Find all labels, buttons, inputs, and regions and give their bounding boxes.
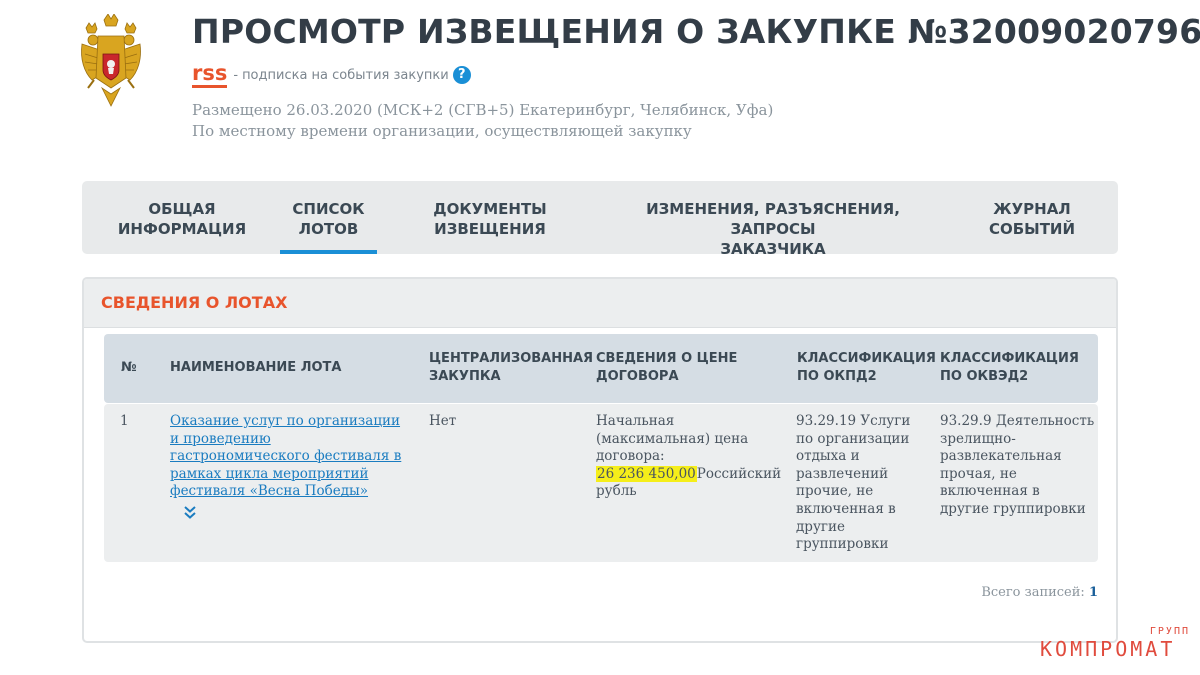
column-header-line: ПО ОКВЭД2 [940,369,1029,384]
rss-link[interactable]: rss [192,62,228,88]
price-text-line: Начальная [596,413,675,429]
tab-notice-documents[interactable]: ДОКУМЕНТЫ ИЗВЕЩЕНИЯ [422,181,558,254]
price-text-line: договора: [596,448,665,465]
column-header-line: ЦЕНТРАЛИЗОВАННАЯ [429,351,594,366]
lot-name-line[interactable]: фестиваля «Весна Победы» [170,483,401,501]
price-text-line: (максимальная) цена [596,430,749,447]
okved2-line: включенная в [940,483,1040,500]
tab-label: ИНФОРМАЦИЯ [117,220,247,238]
lot-name-line[interactable]: гастрономического фестиваля в [170,448,401,466]
okved2-line: 93.29.9 Деятельность [940,413,1095,429]
tab-label: ОБЩАЯ [148,200,216,218]
table-row: 1 Оказание услуг по организации и провед… [104,404,1098,562]
okved2-line: развлекательная [940,448,1062,465]
okved2-line: прочая, не [940,465,1017,482]
posted-date: Размещено 26.03.2020 (МСК+2 (СГВ+5) Екат… [192,101,774,119]
price-value: 26 236 450,00 [596,465,697,482]
lot-name-line[interactable]: рамках цикла мероприятий [170,466,401,484]
table-header: № НАИМЕНОВАНИЕ ЛОТА ЦЕНТРАЛИЗОВАННАЯ ЗАК… [104,334,1098,403]
total-records: Всего записей: 1 [981,585,1098,600]
page-title: ПРОСМОТР ИЗВЕЩЕНИЯ О ЗАКУПКЕ №3200902079… [192,12,1200,51]
okpd2-line: отдыха и [796,448,860,465]
watermark-logo: ГРУПП КОМПРОМАТ [1040,626,1192,668]
tab-label: СОБЫТИЙ [988,220,1076,238]
okved2-value: 93.29.9 Деятельность зрелищно- развлекат… [940,413,1094,519]
okpd2-value: 93.29.19 Услуги по организации отдыха и … [796,413,910,554]
okpd2-line: прочие, не [796,483,874,500]
column-header-okpd2: КЛАССИФИКАЦИЯ ПО ОКПД2 [797,350,936,386]
lots-panel: СВЕДЕНИЯ О ЛОТАХ № НАИМЕНОВАНИЕ ЛОТА ЦЕН… [82,277,1118,643]
price-amount-line: 26 236 450,00Российский [596,465,786,484]
column-header-line: СВЕДЕНИЯ О ЦЕНЕ [596,351,738,366]
column-header-price: СВЕДЕНИЯ О ЦЕНЕ ДОГОВОРА [596,350,737,386]
okpd2-line: по организации [796,430,910,447]
lot-name-line[interactable]: и проведению [170,431,401,449]
chevron-double-down-icon[interactable] [182,504,198,520]
okpd2-line: 93.29.19 Услуги [796,413,911,429]
lot-name-line[interactable]: Оказание услуг по организации [170,413,401,431]
column-header-line: КЛАССИФИКАЦИЯ [797,351,936,366]
column-header-lot-name: НАИМЕНОВАНИЕ ЛОТА [170,360,342,375]
rss-separator: - [233,67,239,83]
price-currency-line: рубль [596,483,637,500]
watermark-small-text: ГРУПП [1149,626,1190,637]
column-header-line: КЛАССИФИКАЦИЯ [940,351,1079,366]
tab-lots-list[interactable]: СПИСОК ЛОТОВ [280,181,377,254]
total-records-label: Всего записей: [981,585,1085,600]
tab-label: ЗАКАЗЧИКА [720,240,826,258]
tab-general-info[interactable]: ОБЩАЯ ИНФОРМАЦИЯ [112,181,252,254]
tab-label: СПИСОК [292,200,365,218]
posted-timezone-note: По местному времени организации, осущест… [192,122,692,140]
tab-label: ЖУРНАЛ [993,200,1071,218]
centralized-value: Нет [429,413,457,429]
column-header-centralized: ЦЕНТРАЛИЗОВАННАЯ ЗАКУПКА [429,350,593,386]
okpd2-line: развлечений [796,465,889,482]
section-title: СВЕДЕНИЯ О ЛОТАХ [101,293,288,312]
column-header-line: ПО ОКПД2 [797,369,877,384]
price-info: Начальная (максимальная) цена договора: … [596,413,786,501]
tab-label: ИЗМЕНЕНИЯ, РАЗЪЯСНЕНИЯ, ЗАПРОСЫ [646,200,900,238]
help-icon[interactable]: ? [452,66,471,84]
rss-subscription: rss - подписка на события закупки ? [192,62,471,88]
posted-info: Размещено 26.03.2020 (МСК+2 (СГВ+5) Екат… [192,100,773,142]
column-header-number: № [121,360,137,375]
column-header-line: ЗАКУПКА [429,369,501,384]
okved2-line: зрелищно- [940,430,1016,447]
rss-subscribe-text: подписка на события закупки [242,67,449,83]
price-currency: Российский [696,465,782,482]
okpd2-line: включенная в [796,500,896,517]
coat-of-arms-icon [81,14,141,107]
tab-event-log[interactable]: ЖУРНАЛ СОБЫТИЙ [980,181,1084,254]
tab-label: ЛОТОВ [298,220,359,238]
lot-name-link[interactable]: Оказание услуг по организации и проведен… [170,413,401,501]
tab-label: ИЗВЕЩЕНИЯ [434,220,546,238]
tab-changes-clarifications[interactable]: ИЗМЕНЕНИЯ, РАЗЪЯСНЕНИЯ, ЗАПРОСЫ ЗАКАЗЧИК… [602,181,944,258]
okpd2-line: группировки [796,536,889,553]
column-header-line: ДОГОВОРА [596,369,679,384]
watermark-main-text: КОМПРОМАТ [1040,637,1176,661]
tab-bar: ОБЩАЯ ИНФОРМАЦИЯ СПИСОК ЛОТОВ ДОКУМЕНТЫ … [82,181,1118,258]
column-header-okved2: КЛАССИФИКАЦИЯ ПО ОКВЭД2 [940,350,1079,386]
panel-header: СВЕДЕНИЯ О ЛОТАХ [84,279,1116,328]
tab-label: ДОКУМЕНТЫ [433,200,547,218]
okved2-line: другие группировки [940,500,1086,517]
lot-number: 1 [120,413,129,429]
total-records-count: 1 [1088,585,1098,600]
okpd2-line: другие [796,518,845,535]
